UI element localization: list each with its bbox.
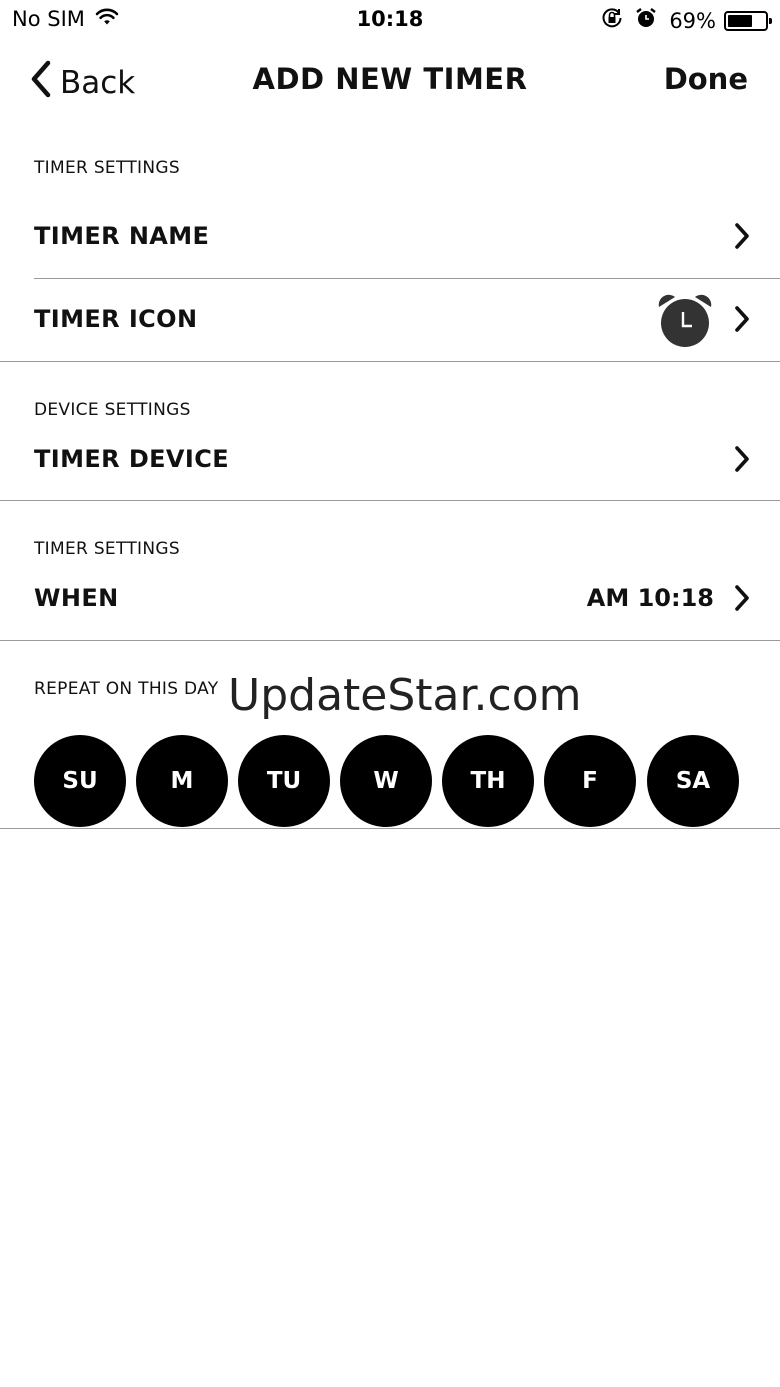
divider	[0, 500, 780, 501]
when-label: WHEN	[34, 584, 119, 612]
battery-percent: 69%	[669, 8, 716, 33]
timer-device-label: TIMER DEVICE	[34, 445, 230, 473]
alarm-clock-icon	[656, 293, 714, 353]
day-saturday-button[interactable]: SA	[647, 735, 739, 827]
nav-bar: Back ADD NEW TIMER Done	[0, 50, 780, 112]
day-thursday-button[interactable]: TH	[442, 735, 534, 827]
timer-settings-header: TIMER SETTINGS	[34, 158, 180, 178]
status-right-group: 69%	[601, 7, 772, 34]
day-wednesday-button[interactable]: W	[340, 735, 432, 827]
timer-icon-label: TIMER ICON	[34, 305, 198, 333]
divider	[0, 640, 780, 641]
device-settings-header: DEVICE SETTINGS	[34, 400, 191, 420]
divider	[34, 278, 780, 279]
repeat-header: REPEAT ON THIS DAY	[34, 679, 219, 699]
day-tuesday-button[interactable]: TU	[238, 735, 330, 827]
when-row[interactable]: WHEN AM 10:18	[0, 560, 780, 640]
day-sunday-button[interactable]: SU	[34, 735, 126, 827]
battery-fill	[728, 14, 753, 27]
timer-settings-header-2: TIMER SETTINGS	[34, 539, 180, 559]
chevron-right-icon	[734, 222, 750, 254]
battery-icon	[724, 10, 772, 31]
day-friday-button[interactable]: F	[544, 735, 636, 827]
when-value: AM 10:18	[586, 584, 714, 612]
watermark: UpdateStar.com	[228, 670, 582, 721]
alarm-icon	[635, 7, 657, 34]
add-timer-screen: No SIM 10:18 69% Back ADD NEW TIMER Done…	[0, 0, 780, 1387]
divider	[0, 828, 780, 829]
rotation-lock-icon	[601, 7, 623, 34]
day-selector: SU M TU W TH F SA	[34, 735, 746, 827]
chevron-right-icon	[734, 445, 750, 477]
status-bar: No SIM 10:18 69%	[0, 0, 780, 40]
timer-icon-row[interactable]: TIMER ICON	[0, 281, 780, 361]
day-monday-button[interactable]: M	[136, 735, 228, 827]
chevron-right-icon	[734, 584, 750, 616]
timer-name-label: TIMER NAME	[34, 222, 210, 250]
done-button[interactable]: Done	[664, 62, 748, 96]
timer-device-row[interactable]: TIMER DEVICE	[0, 421, 780, 501]
chevron-right-icon	[734, 305, 750, 337]
timer-name-row[interactable]: TIMER NAME	[0, 198, 780, 278]
divider	[0, 361, 780, 362]
